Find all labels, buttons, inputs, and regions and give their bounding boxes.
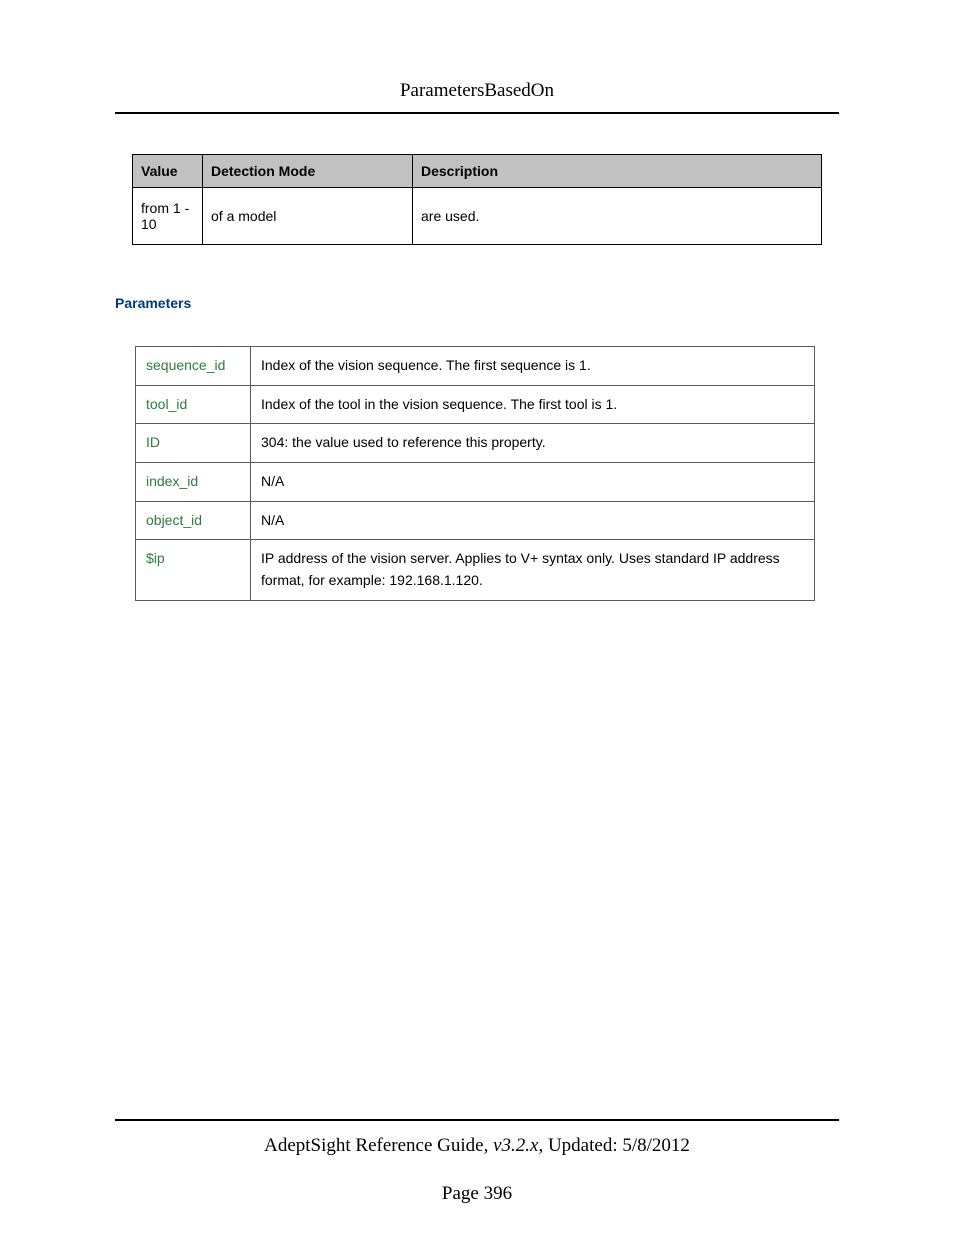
table-header-row: Value Detection Mode Description (133, 155, 822, 188)
footer-version: v3.2.x (493, 1135, 538, 1156)
detection-table: Value Detection Mode Description from 1 … (132, 154, 822, 245)
table-row: tool_id Index of the tool in the vision … (136, 385, 815, 424)
th-value: Value (133, 155, 203, 188)
footer-sep: , (484, 1135, 494, 1156)
table-row: $ip IP address of the vision server. App… (136, 540, 815, 600)
th-detection-mode: Detection Mode (203, 155, 413, 188)
param-desc: N/A (251, 463, 815, 502)
cell-value: from 1 - 10 (133, 188, 203, 245)
param-name: $ip (136, 540, 251, 600)
param-desc: IP address of the vision server. Applies… (251, 540, 815, 600)
footer-guide: AdeptSight Reference Guide (264, 1135, 483, 1156)
table-row: sequence_id Index of the vision sequence… (136, 347, 815, 386)
cell-detection-mode: of a model (203, 188, 413, 245)
table-row: index_id N/A (136, 463, 815, 502)
page-number: Page 396 (115, 1183, 839, 1205)
page-header-title: ParametersBasedOn (115, 80, 839, 112)
page-footer: AdeptSight Reference Guide, v3.2.x, Upda… (115, 1119, 839, 1205)
param-name: ID (136, 424, 251, 463)
footer-rule (115, 1119, 839, 1121)
cell-description: are used. (413, 188, 822, 245)
table-row: ID 304: the value used to reference this… (136, 424, 815, 463)
param-desc: 304: the value used to reference this pr… (251, 424, 815, 463)
section-title-parameters: Parameters (115, 295, 839, 311)
param-name: index_id (136, 463, 251, 502)
parameters-table: sequence_id Index of the vision sequence… (135, 346, 815, 601)
param-name: tool_id (136, 385, 251, 424)
table-row: from 1 - 10 of a model are used. (133, 188, 822, 245)
header-rule (115, 112, 839, 114)
table-row: object_id N/A (136, 501, 815, 540)
param-name: object_id (136, 501, 251, 540)
footer-citation: AdeptSight Reference Guide, v3.2.x, Upda… (115, 1135, 839, 1157)
footer-updated: , Updated: 5/8/2012 (538, 1135, 689, 1156)
param-desc: Index of the tool in the vision sequence… (251, 385, 815, 424)
param-desc: Index of the vision sequence. The first … (251, 347, 815, 386)
param-desc: N/A (251, 501, 815, 540)
param-name: sequence_id (136, 347, 251, 386)
th-description: Description (413, 155, 822, 188)
